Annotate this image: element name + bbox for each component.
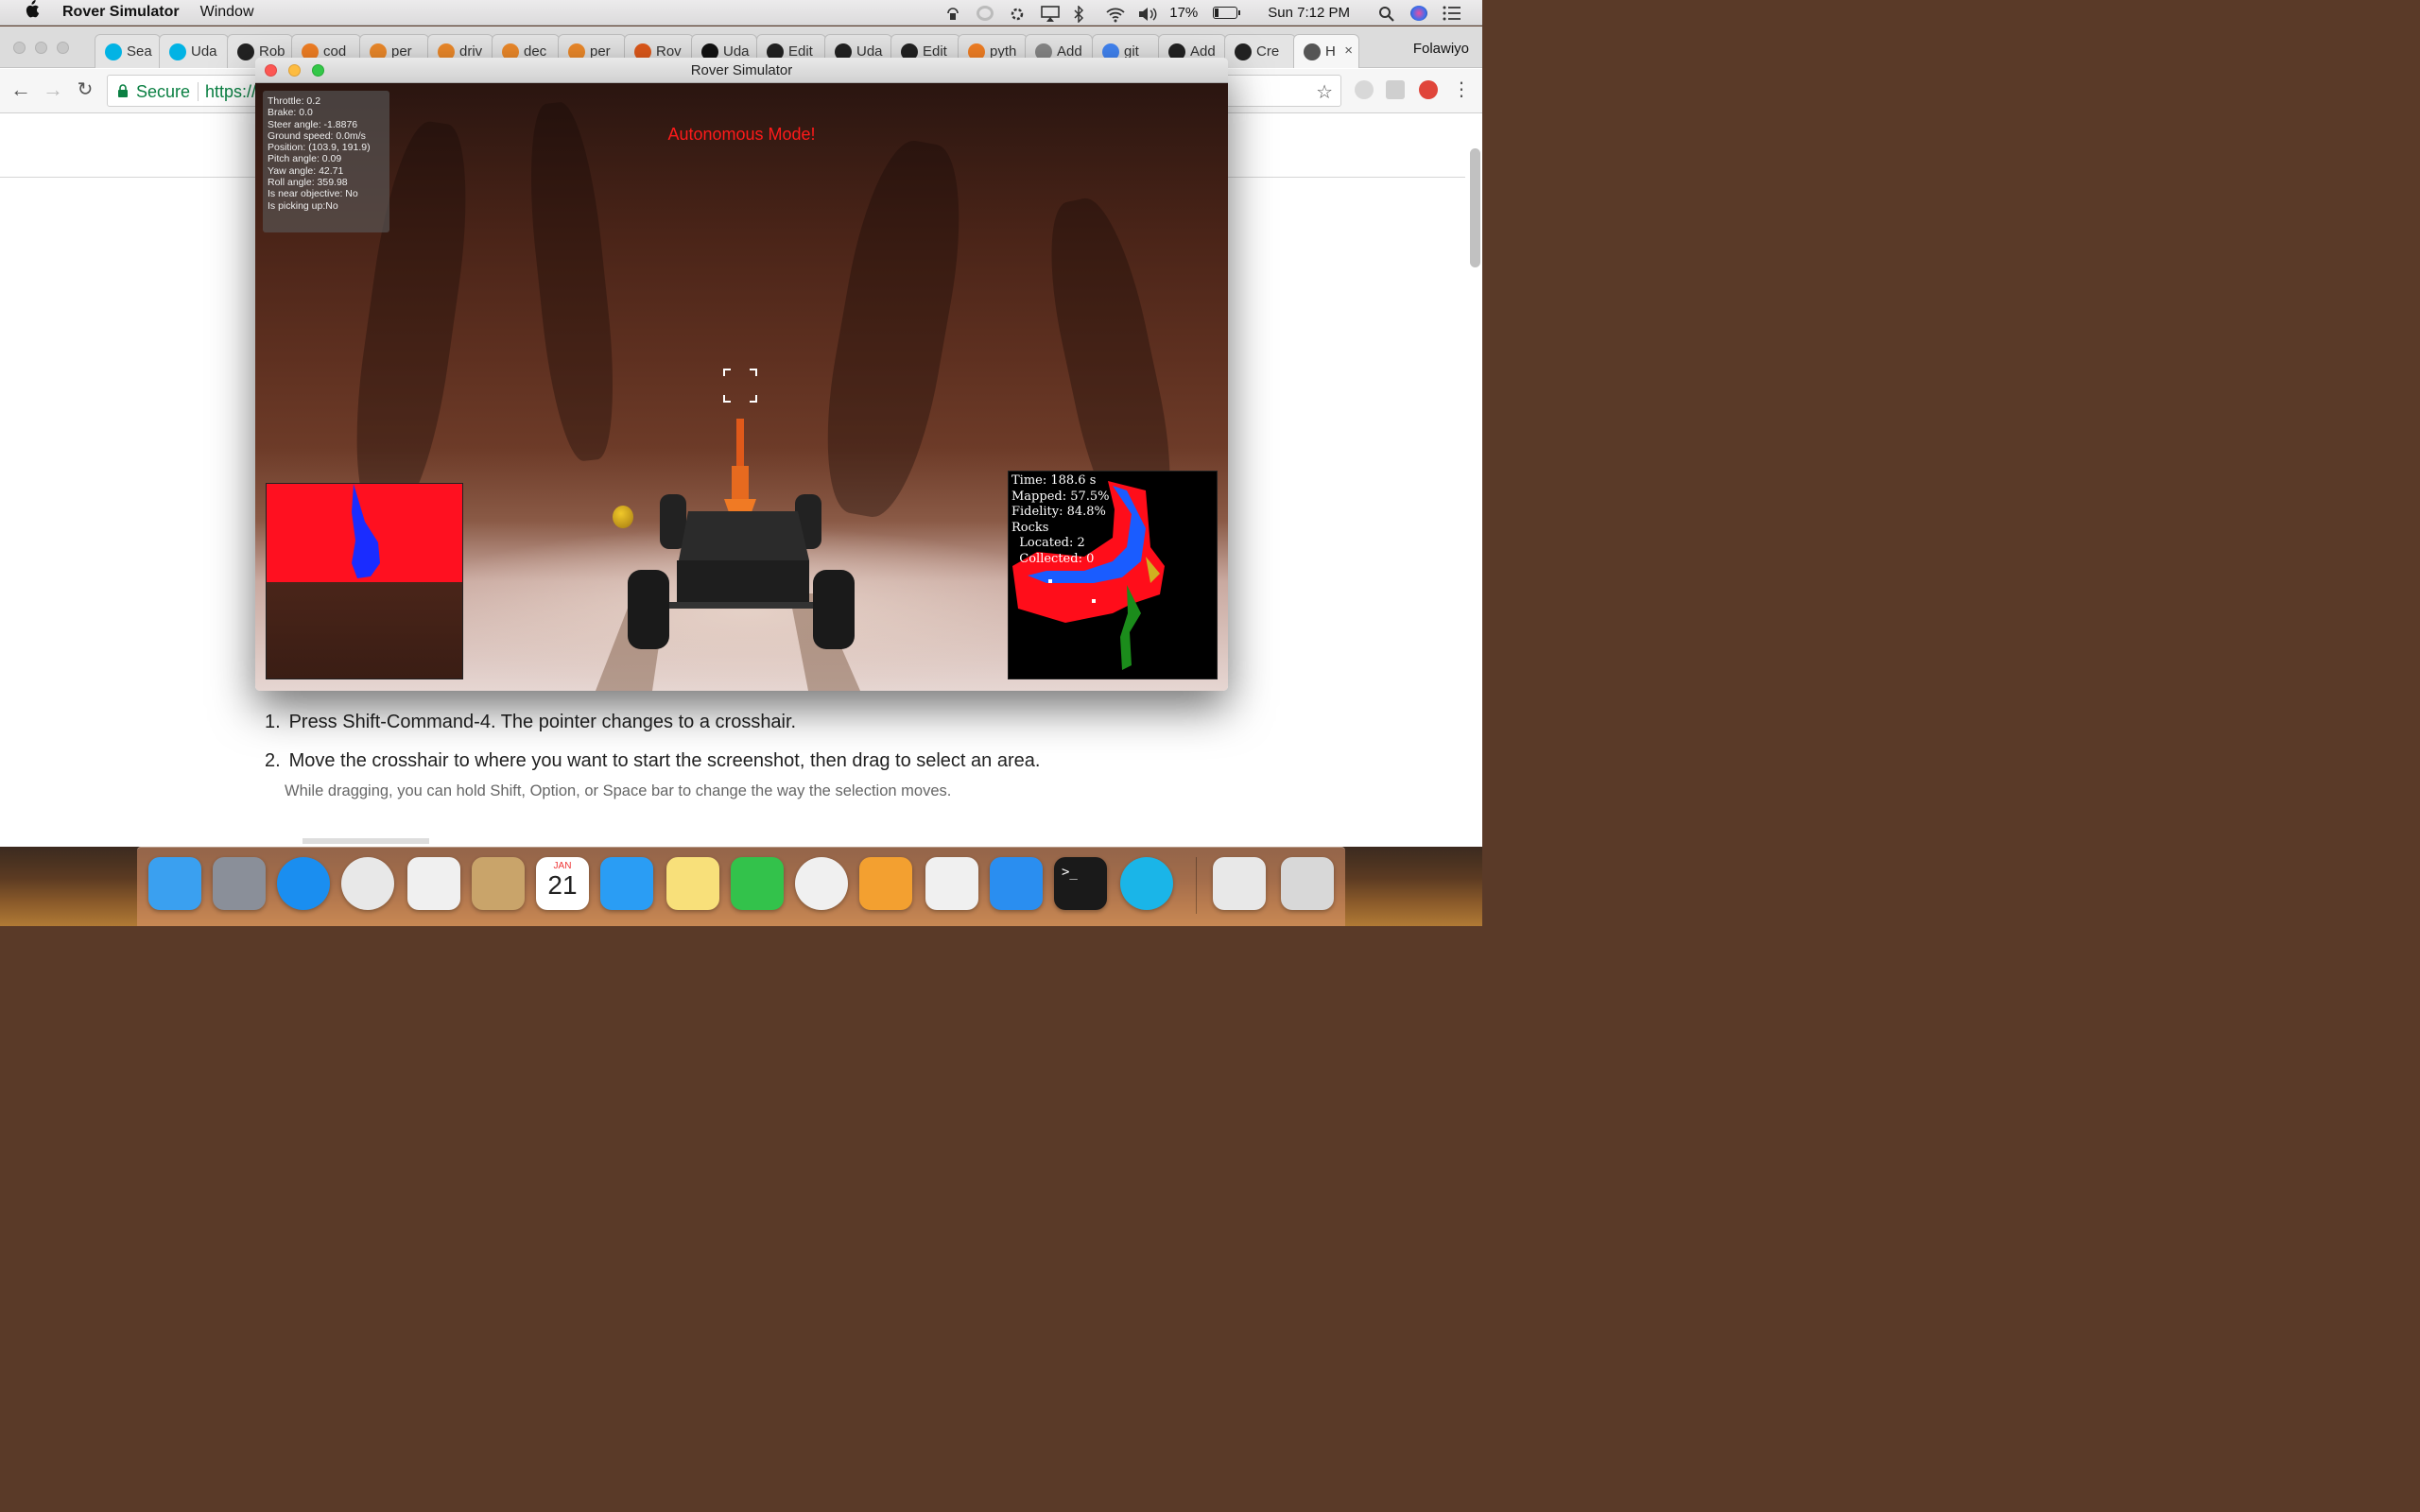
map-stats: Time: 188.6 s Mapped: 57.5% Fidelity: 84.8… — [1011, 473, 1110, 567]
threshold-overlay — [267, 484, 462, 582]
telemetry-line: Is picking up:No — [268, 199, 338, 212]
dock-calendar-icon[interactable]: JAN 21 — [536, 857, 589, 910]
autonomous-mode-banner: Autonomous Mode! — [667, 125, 816, 144]
chrome-menu-icon[interactable]: ⋮ — [1450, 78, 1473, 101]
spotlight-search-icon[interactable] — [1378, 6, 1395, 22]
tab-close-icon[interactable]: × — [1344, 43, 1353, 59]
crosshair-icon — [723, 369, 757, 403]
menu-bar: Rover Simulator Window 17% Sun 7:12 PM — [0, 0, 1482, 26]
instruction-list: 1. Press Shift-Command-4. The pointer ch… — [265, 712, 1305, 789]
dock-apps-icon[interactable] — [407, 857, 460, 910]
dock-chrome-icon[interactable] — [341, 857, 394, 910]
dock-trash-icon[interactable] — [1281, 857, 1334, 910]
tab-title: Cre — [1256, 43, 1280, 60]
extension-red-icon[interactable] — [1419, 80, 1438, 99]
telemetry-line: Brake: 0.0 — [268, 107, 313, 119]
menubar-lock-icon[interactable] — [944, 6, 961, 21]
github-icon — [1235, 43, 1252, 60]
rover-vehicle — [628, 419, 855, 649]
dock-numbers-icon[interactable] — [925, 857, 978, 910]
map-stat-line: Mapped: 57.5% — [1011, 489, 1110, 504]
tab-19[interactable]: H × — [1293, 34, 1359, 68]
menubar-gear-icon[interactable] — [1009, 6, 1026, 21]
calendar-day: 21 — [547, 870, 578, 900]
extension-icon[interactable] — [1386, 80, 1405, 99]
dock-preview-icon[interactable] — [1213, 857, 1266, 910]
map-stat-line: Located: 2 — [1011, 536, 1085, 550]
menu-window[interactable]: Window — [200, 4, 254, 21]
map-stat-line: Rocks — [1011, 520, 1049, 535]
secure-lock-icon — [117, 84, 129, 97]
tab-title: Sea — [127, 43, 152, 60]
menubar-sync-icon[interactable] — [977, 5, 994, 21]
tab-18[interactable]: Cre — [1224, 34, 1296, 68]
tab-2[interactable]: Uda — [159, 34, 229, 68]
airplay-icon[interactable] — [1041, 5, 1061, 22]
battery-icon[interactable] — [1213, 7, 1241, 19]
back-button[interactable]: ← — [9, 78, 32, 101]
dock-notes-icon[interactable] — [666, 857, 719, 910]
forward-button[interactable]: → — [42, 78, 64, 101]
instruction-note: While dragging, you can hold Shift, Opti… — [285, 782, 952, 799]
github-icon — [237, 43, 254, 60]
battery-percent[interactable]: 17% — [1169, 5, 1198, 21]
browser-minimize-button[interactable] — [35, 42, 47, 54]
volume-icon[interactable] — [1137, 6, 1157, 21]
instruction-step-2: 2. Move the crosshair to where you want … — [265, 750, 1041, 771]
dock-app-store-icon[interactable] — [990, 857, 1043, 910]
bluetooth-icon[interactable] — [1073, 4, 1090, 24]
simulation-viewport[interactable]: Throttle: 0.2 Brake: 0.0 Steer angle: -1.8… — [255, 83, 1228, 691]
rover-window-title: Rover Simulator — [690, 62, 793, 78]
reload-button[interactable]: ↻ — [74, 78, 96, 101]
dock-photos-icon[interactable] — [795, 857, 848, 910]
url-text[interactable]: https:// — [205, 82, 256, 102]
dock-pages-icon[interactable] — [859, 857, 912, 910]
notification-center-icon[interactable] — [1443, 6, 1461, 21]
secure-label: Secure — [136, 82, 191, 101]
perspective-transform-view — [266, 483, 463, 679]
dock-separator — [1196, 857, 1197, 914]
map-stat-line: Fidelity: 84.8% — [1011, 505, 1106, 519]
apple-menu-icon[interactable] — [23, 0, 43, 25]
siri-icon[interactable] — [1410, 5, 1427, 21]
wifi-icon[interactable] — [1105, 6, 1125, 22]
dock-messages-icon[interactable] — [600, 857, 653, 910]
udacity-icon — [105, 43, 122, 60]
profile-name[interactable]: Folawiyo — [1413, 41, 1469, 57]
extension-cloud-icon[interactable] — [1355, 80, 1374, 99]
dock-terminal-icon[interactable]: >_ — [1054, 857, 1107, 910]
telemetry-panel: Throttle: 0.2 Brake: 0.0 Steer angle: -1.8… — [263, 91, 389, 232]
browser-close-button[interactable] — [13, 42, 26, 54]
page-element-stub — [302, 838, 429, 844]
rover-simulator-window: Rover Simulator Throttle: 0.2 Brake: 0.0 S… — [255, 58, 1228, 691]
tab-1[interactable]: Sea — [95, 34, 161, 68]
telemetry-line: Roll angle: 359.98 — [268, 177, 348, 189]
telemetry-line: Pitch angle: 0.09 — [268, 153, 342, 165]
map-stat-line: Time: 188.6 s — [1011, 473, 1097, 488]
tab-title: Uda — [191, 43, 217, 60]
dock-contacts-icon[interactable] — [472, 857, 525, 910]
dock: JAN 21 >_ — [137, 847, 1345, 926]
udacity-icon — [169, 43, 186, 60]
telemetry-line: Is near objective: No — [268, 188, 358, 200]
browser-zoom-button[interactable] — [57, 42, 69, 54]
instruction-step-1: 1. Press Shift-Command-4. The pointer ch… — [265, 712, 797, 732]
telemetry-line: Throttle: 0.2 — [268, 95, 321, 107]
page-scrollbar[interactable] — [1470, 148, 1480, 267]
dock-finder-icon[interactable] — [148, 857, 201, 910]
telemetry-line: Yaw angle: 42.71 — [268, 164, 344, 177]
dock-safari-icon[interactable] — [277, 857, 330, 910]
rover-title-bar[interactable]: Rover Simulator — [255, 58, 1228, 83]
active-app-name[interactable]: Rover Simulator — [62, 4, 180, 21]
dock-facetime-icon[interactable] — [731, 857, 784, 910]
dock-launchpad-icon[interactable] — [213, 857, 266, 910]
dock-udacity-icon[interactable] — [1120, 857, 1173, 910]
apple-icon — [1304, 43, 1321, 60]
tab-title: H — [1325, 43, 1336, 60]
world-map-panel: Time: 188.6 s Mapped: 57.5% Fidelity: 84.8… — [1008, 471, 1218, 679]
map-stat-line: Collected: 0 — [1011, 551, 1095, 566]
bookmark-star-icon[interactable]: ☆ — [1316, 80, 1333, 104]
menubar-clock[interactable]: Sun 7:12 PM — [1268, 5, 1350, 21]
